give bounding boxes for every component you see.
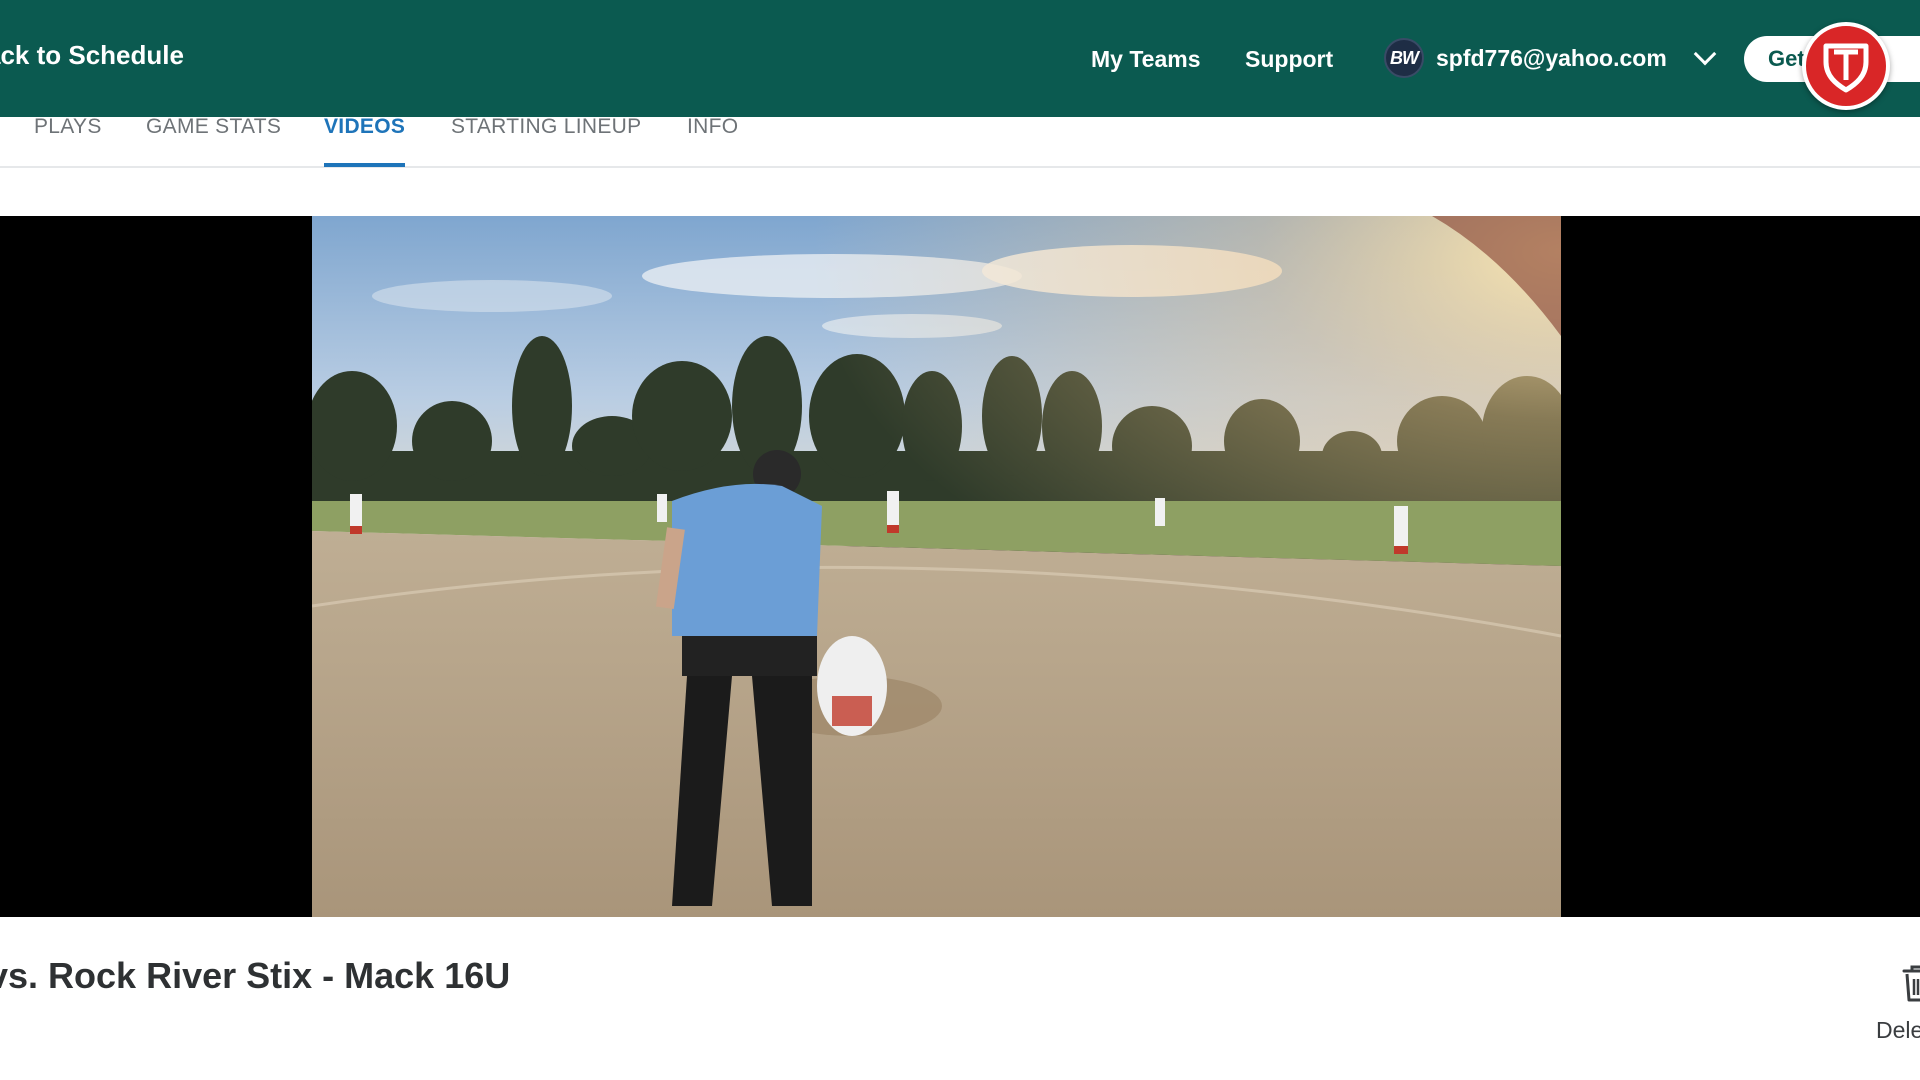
nav-support-link[interactable]: Support <box>1245 46 1333 73</box>
back-to-schedule-link[interactable]: ack to Schedule <box>0 40 184 71</box>
softball-field-scene <box>312 216 1561 917</box>
chevron-down-icon[interactable] <box>1693 42 1717 66</box>
tab-info[interactable]: INFO <box>687 116 738 168</box>
video-title: vs. Rock River Stix - Mack 16U <box>0 955 511 996</box>
trash-icon[interactable] <box>1898 962 1920 1004</box>
tab-plays[interactable]: PLAYS <box>34 116 102 168</box>
avatar: BW <box>1384 38 1424 78</box>
account-menu[interactable]: BW spfd776@yahoo.com <box>1384 36 1717 80</box>
video-player[interactable] <box>0 216 1920 917</box>
brand-logo-icon <box>1802 22 1890 110</box>
nav-my-teams-link[interactable]: My Teams <box>1091 46 1201 73</box>
tab-game-stats[interactable]: GAME STATS <box>146 116 281 168</box>
top-navigation-bar: ack to Schedule My Teams Support BW spfd… <box>0 0 1920 117</box>
tab-videos[interactable]: VIDEOS <box>324 116 406 168</box>
account-email: spfd776@yahoo.com <box>1436 44 1667 71</box>
video-frame[interactable] <box>312 216 1561 917</box>
delete-button-label[interactable]: Delete <box>1876 1017 1920 1044</box>
tab-starting-lineup[interactable]: STARTING LINEUP <box>451 116 641 168</box>
game-tabs: PLAYS GAME STATS VIDEOS STARTING LINEUP … <box>0 116 1920 168</box>
